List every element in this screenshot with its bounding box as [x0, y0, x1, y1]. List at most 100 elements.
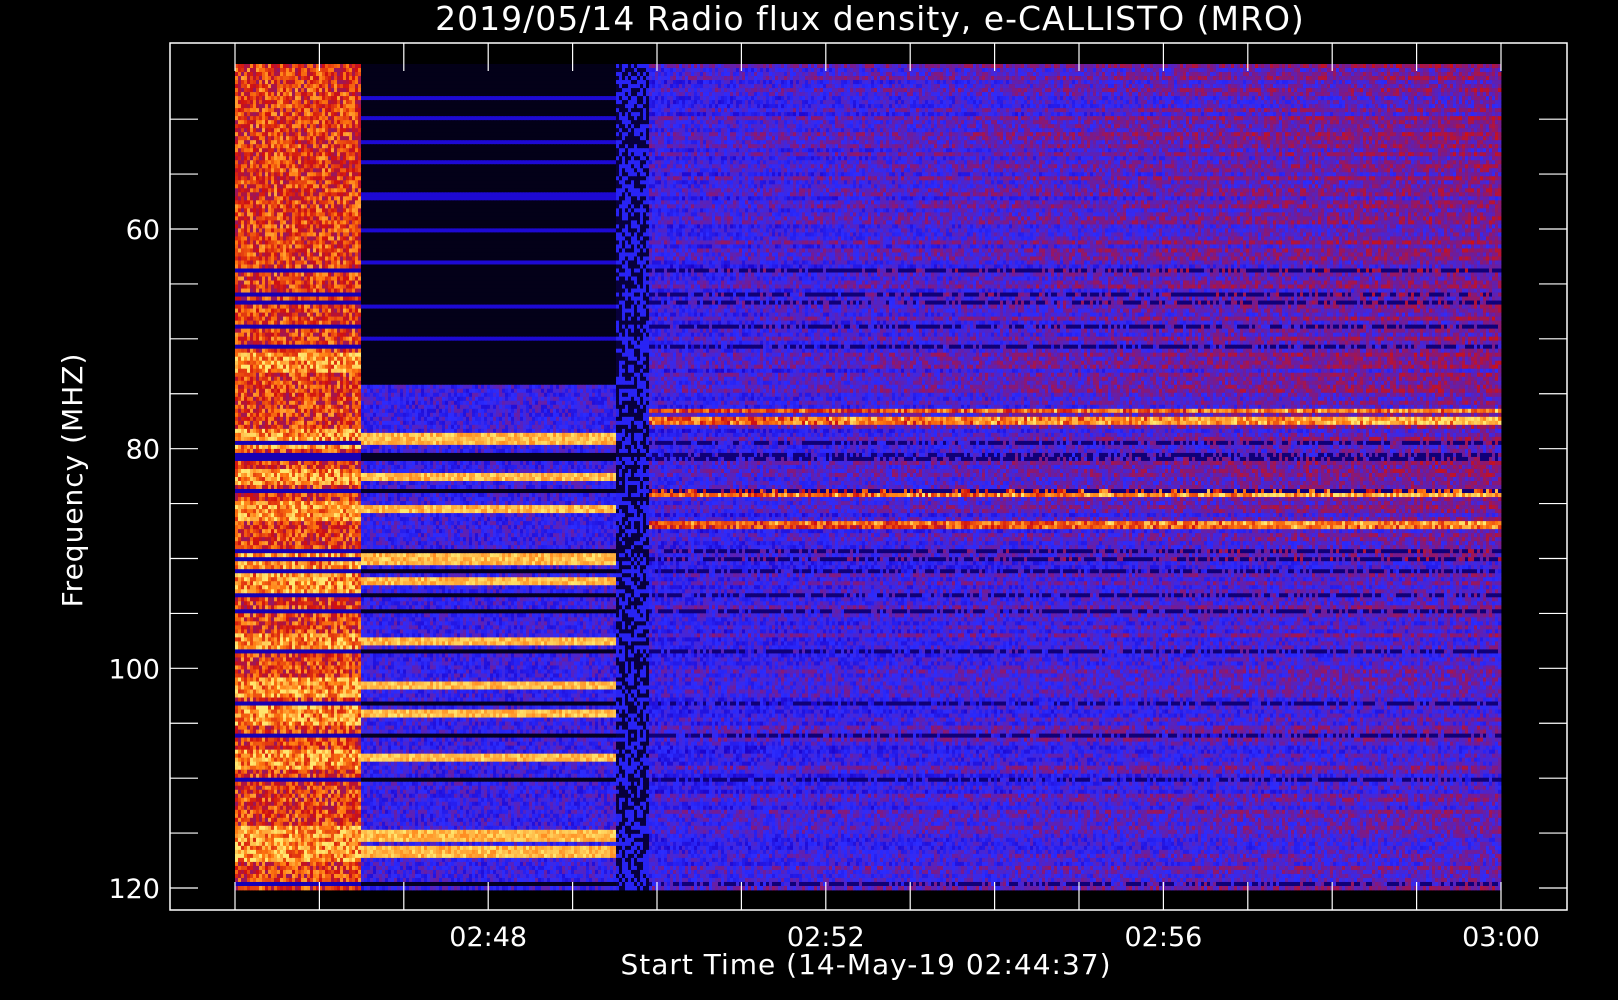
- heatmap-cell: [430, 64, 433, 68]
- heatmap-cell: [358, 68, 361, 72]
- heatmap-cell: [511, 64, 514, 68]
- heatmap-cell: [289, 68, 292, 72]
- heatmap-cell: [274, 68, 277, 72]
- heatmap-cell: [1177, 64, 1180, 68]
- heatmap-cell: [973, 64, 976, 68]
- heatmap-cell: [346, 68, 349, 72]
- heatmap-cell: [796, 64, 799, 68]
- heatmap-cell: [595, 64, 598, 68]
- heatmap-cell: [1420, 64, 1423, 68]
- heatmap-cell: [322, 64, 325, 68]
- heatmap-cell: [1243, 64, 1246, 68]
- heatmap-cell: [325, 64, 328, 68]
- heatmap-cell: [307, 64, 310, 68]
- heatmap-cell: [721, 64, 724, 68]
- heatmap-cell: [1135, 64, 1138, 68]
- heatmap-cell: [298, 64, 301, 68]
- heatmap-cell: [691, 64, 694, 68]
- heatmap-cell: [268, 68, 271, 72]
- heatmap-cell: [367, 68, 370, 72]
- heatmap-cell: [925, 64, 928, 68]
- heatmap-cell: [286, 68, 289, 72]
- heatmap-cell: [379, 64, 382, 68]
- heatmap-cell: [553, 64, 556, 68]
- heatmap-cell: [1099, 64, 1102, 68]
- heatmap-cell: [382, 68, 385, 72]
- heatmap-cell: [964, 64, 967, 68]
- heatmap-cell: [1204, 64, 1207, 68]
- heatmap-cell: [1171, 64, 1174, 68]
- heatmap-cell: [253, 68, 256, 72]
- heatmap-cell: [376, 68, 379, 72]
- heatmap-cell: [418, 64, 421, 68]
- heatmap-cell: [292, 68, 295, 72]
- heatmap-cell: [493, 64, 496, 68]
- heatmap-cell: [499, 64, 502, 68]
- heatmap-cell: [1366, 64, 1369, 68]
- heatmap-cell: [1003, 64, 1006, 68]
- heatmap-cell: [1369, 64, 1372, 68]
- heatmap-cell: [259, 68, 262, 72]
- heatmap-cell: [427, 68, 430, 72]
- heatmap-cell: [646, 64, 649, 68]
- heatmap-cell: [1309, 64, 1312, 68]
- heatmap-cell: [1474, 64, 1477, 68]
- heatmap-cell: [1315, 64, 1318, 68]
- heatmap-cell: [328, 64, 331, 68]
- heatmap-cell: [1027, 64, 1030, 68]
- heatmap-cell: [733, 64, 736, 68]
- heatmap-cell: [1111, 64, 1114, 68]
- heatmap-cell: [373, 68, 376, 72]
- heatmap-cell: [310, 68, 313, 72]
- heatmap-cell: [523, 64, 526, 68]
- heatmap-cell: [244, 64, 247, 68]
- heatmap-cell: [367, 64, 370, 68]
- heatmap-cell: [1306, 64, 1309, 68]
- heatmap-cell: [421, 68, 424, 72]
- heatmap-cell: [1441, 64, 1444, 68]
- heatmap-cell: [577, 64, 580, 68]
- heatmap-cell: [502, 64, 505, 68]
- heatmap-cell: [1057, 64, 1060, 68]
- heatmap-cell: [589, 64, 592, 68]
- heatmap-cell: [694, 64, 697, 68]
- heatmap-cell: [616, 64, 619, 68]
- heatmap-cell: [1048, 64, 1051, 68]
- heatmap-cell: [274, 64, 277, 68]
- heatmap-cell: [853, 64, 856, 68]
- heatmap-cell: [802, 64, 805, 68]
- heatmap-cell: [1150, 64, 1153, 68]
- heatmap-cell: [1081, 64, 1084, 68]
- heatmap-cell: [535, 64, 538, 68]
- heatmap-cell: [439, 64, 442, 68]
- heatmap-cell: [1348, 64, 1351, 68]
- heatmap-cell: [1465, 64, 1468, 68]
- heatmap-cell: [457, 64, 460, 68]
- heatmap-cell: [1264, 64, 1267, 68]
- heatmap-cell: [1399, 64, 1402, 68]
- heatmap-cell: [1426, 64, 1429, 68]
- heatmap-cell: [355, 68, 358, 72]
- heatmap-cell: [1378, 64, 1381, 68]
- heatmap-cell: [1261, 64, 1264, 68]
- heatmap-cell: [976, 64, 979, 68]
- heatmap-cell: [283, 68, 286, 72]
- heatmap-cell: [364, 68, 367, 72]
- heatmap-cell: [958, 64, 961, 68]
- heatmap-cell: [340, 68, 343, 72]
- heatmap-cell: [394, 68, 397, 72]
- heatmap-cell: [1144, 64, 1147, 68]
- heatmap-cell: [1051, 64, 1054, 68]
- heatmap-cell: [1345, 64, 1348, 68]
- heatmap-cell: [679, 64, 682, 68]
- heatmap-cell: [874, 64, 877, 68]
- heatmap-cell: [988, 64, 991, 68]
- heatmap-cell: [637, 64, 640, 68]
- heatmap-cell: [1450, 64, 1453, 68]
- heatmap-cell: [1159, 64, 1162, 68]
- heatmap-cell: [1213, 64, 1216, 68]
- heatmap-cell: [754, 64, 757, 68]
- heatmap-cell: [247, 64, 250, 68]
- heatmap-cell: [1363, 64, 1366, 68]
- heatmap-cell: [400, 64, 403, 68]
